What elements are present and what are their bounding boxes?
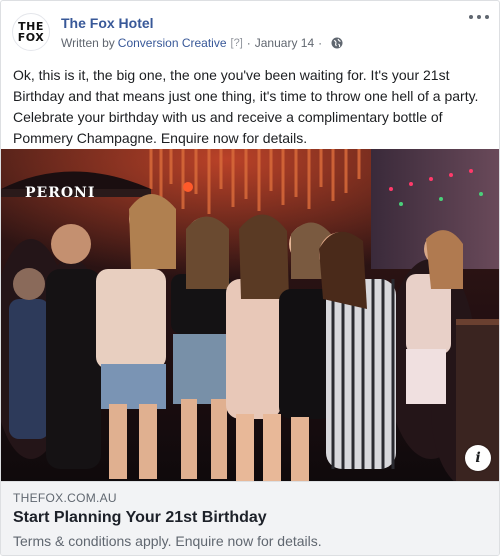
more-options-icon[interactable] xyxy=(469,11,489,23)
post-header: THE FOX The Fox Hotel Written by Convers… xyxy=(1,1,499,61)
peroni-sign: PERONI xyxy=(25,185,96,201)
post-image[interactable]: PERONI i xyxy=(1,149,499,481)
more-dot xyxy=(485,15,489,19)
written-by-label: Written by xyxy=(61,36,115,50)
globe-icon[interactable] xyxy=(331,37,343,49)
more-dot xyxy=(477,15,481,19)
author-link[interactable]: Conversion Creative xyxy=(118,36,227,50)
logo-line-2: FOX xyxy=(17,31,45,44)
link-domain: THEFOX.COM.AU xyxy=(13,491,117,505)
link-description: Terms & conditions apply. Enquire now fo… xyxy=(13,533,322,549)
post-date-link[interactable]: January 14 xyxy=(255,36,314,50)
link-title[interactable]: Start Planning Your 21st Birthday xyxy=(13,509,267,527)
page-name-link[interactable]: The Fox Hotel xyxy=(61,15,154,31)
more-dot xyxy=(469,15,473,19)
meta-separator: · xyxy=(246,36,251,50)
page-avatar[interactable]: THE FOX xyxy=(12,13,50,51)
link-preview[interactable]: THEFOX.COM.AU Start Planning Your 21st B… xyxy=(1,481,499,555)
meta-separator-2: · xyxy=(318,36,323,50)
post-meta: Written by Conversion Creative [?] · Jan… xyxy=(61,36,343,50)
facebook-post-card: THE FOX The Fox Hotel Written by Convers… xyxy=(0,0,500,556)
post-text: Ok, this is it, the big one, the one you… xyxy=(13,67,479,146)
info-icon[interactable]: i xyxy=(465,445,491,471)
author-help-link[interactable]: [?] xyxy=(231,37,243,49)
